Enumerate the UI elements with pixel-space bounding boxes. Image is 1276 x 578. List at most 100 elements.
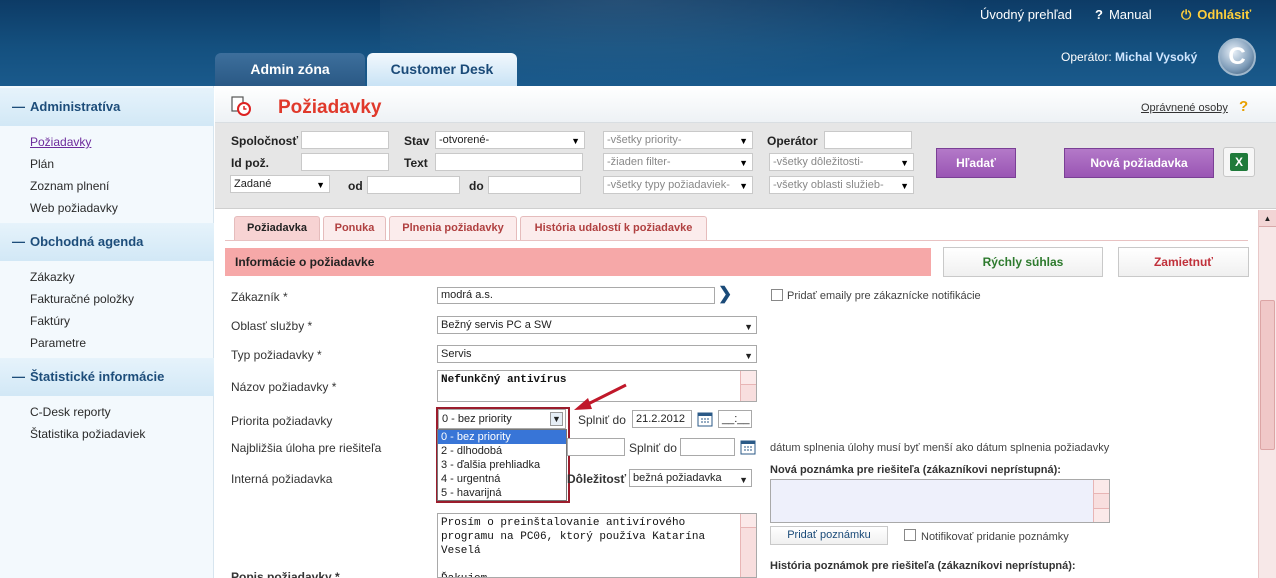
help-icon: ?	[1095, 7, 1103, 22]
scroll-up-icon	[1094, 480, 1109, 494]
textarea-scrollbar[interactable]	[740, 371, 756, 401]
date-type-select[interactable]: Zadané ▼	[230, 175, 330, 193]
service-area-value: Bežný servis PC a SW	[441, 319, 552, 331]
request-name-value: Nefunkčný antivírus	[441, 374, 567, 386]
dropdown-arrow-icon: ▼	[739, 158, 748, 168]
dropdown-arrow-icon: ▼	[739, 136, 748, 146]
requests-clock-icon	[231, 96, 251, 116]
calendar-icon[interactable]	[697, 411, 713, 427]
request-info-bar: Informácie o požiadavke	[225, 248, 931, 276]
logout-link[interactable]: ⏻ Odhlásiť	[1181, 7, 1251, 23]
state-select[interactable]: -otvorené- ▼	[435, 131, 585, 149]
priority-option[interactable]: 2 - dlhodobá	[438, 444, 566, 458]
importance-filter-select[interactable]: -všetky dôležitosti- ▼	[769, 153, 914, 171]
date-type-value: Zadané	[234, 178, 272, 190]
tab-poziadavka[interactable]: Požiadavka	[234, 216, 320, 240]
sidebar-item-cdesk-reporty[interactable]: C-Desk reporty	[30, 405, 111, 419]
sidebar-item-plan[interactable]: Plán	[30, 157, 54, 171]
add-note-button[interactable]: Pridať poznámku	[770, 526, 888, 545]
text-label: Text	[404, 156, 428, 170]
sidebar-item-faktury[interactable]: Faktúry	[30, 314, 70, 328]
fulfill-label: Splniť do	[578, 413, 626, 427]
scroll-up-icon	[741, 371, 756, 385]
service-area-select[interactable]: Bežný servis PC a SW ▼	[437, 316, 757, 334]
priority-filter-select[interactable]: -všetky priority- ▼	[603, 131, 753, 149]
id-input[interactable]	[301, 153, 389, 171]
tab-customer-desk[interactable]: Customer Desk	[367, 53, 517, 86]
help-icon[interactable]: ?	[1239, 98, 1248, 115]
sidebar-group-title: Administratíva	[30, 99, 121, 114]
tab-historia-udalosti[interactable]: História udalostí k požiadavke	[520, 216, 707, 240]
priority-option[interactable]: 4 - urgentná	[438, 472, 566, 486]
overview-link[interactable]: Úvodný prehľad	[980, 7, 1072, 22]
sidebar-item-statistika-poziadaviek[interactable]: Štatistika požiadaviek	[30, 427, 145, 441]
service-area-filter-select[interactable]: -všetky oblasti služieb- ▼	[769, 176, 914, 194]
scroll-up-icon[interactable]: ▲	[1259, 210, 1276, 227]
new-note-textarea[interactable]	[770, 479, 1110, 523]
sidebar-item-zoznam-plneni[interactable]: Zoznam plnení	[30, 179, 109, 193]
service-area-filter-value: -všetky oblasti služieb-	[773, 179, 884, 191]
scrollbar-thumb[interactable]	[1260, 300, 1275, 450]
next-task-fulfill-label: Splniť do	[629, 441, 677, 455]
request-type-value: -všetky typy požiadaviek-	[607, 179, 730, 191]
sidebar-item-zakazky[interactable]: Zákazky	[30, 270, 75, 284]
sidebar-item-parametre[interactable]: Parametre	[30, 336, 86, 350]
tab-ponuka[interactable]: Ponuka	[323, 216, 386, 240]
dropdown-arrow-icon: ▼	[900, 181, 909, 191]
service-area-label: Oblasť služby *	[231, 319, 313, 333]
description-textarea[interactable]: Prosím o preinštalovanie antivírového pr…	[437, 513, 757, 578]
page-scrollbar[interactable]: ▲	[1258, 210, 1276, 578]
priority-option[interactable]: 3 - ďalšia prehliadka	[438, 458, 566, 472]
priority-option[interactable]: 0 - bez priority	[438, 430, 566, 444]
manual-link[interactable]: ? Manual	[1095, 7, 1152, 22]
tab-admin-zone[interactable]: Admin zóna	[215, 53, 365, 86]
add-emails-checkbox[interactable]	[771, 289, 783, 301]
excel-export-button[interactable]: X	[1223, 147, 1255, 177]
customer-input[interactable]: modrá a.s.	[437, 287, 715, 304]
quick-approve-button[interactable]: Rýchly súhlas	[943, 247, 1103, 277]
reject-button[interactable]: Zamietnuť	[1118, 247, 1249, 277]
date-to-input[interactable]	[488, 176, 581, 194]
scroll-down-icon	[1094, 508, 1109, 522]
company-input[interactable]	[301, 131, 389, 149]
fulfill-date-input[interactable]: 21.2.2012	[632, 410, 692, 428]
dropdown-arrow-icon: ▼	[739, 475, 748, 485]
textarea-scrollbar[interactable]	[1093, 480, 1109, 522]
authorized-persons-link[interactable]: Oprávnené osoby	[1141, 102, 1228, 114]
priority-label: Priorita požiadavky	[231, 414, 333, 428]
operator-input[interactable]	[824, 131, 912, 149]
saved-filter-select[interactable]: -žiaden filter- ▼	[603, 153, 753, 171]
fulfill-time-input[interactable]: __:__	[718, 410, 752, 428]
sidebar-item-fakturacne-polozky[interactable]: Fakturačné položky	[30, 292, 134, 306]
internal-request-label: Interná požiadavka	[231, 472, 333, 486]
request-type-select[interactable]: -všetky typy požiadaviek- ▼	[603, 176, 753, 194]
sidebar-item-web-poziadavky[interactable]: Web požiadavky	[30, 201, 118, 215]
tab-plnenia[interactable]: Plnenia požiadavky	[389, 216, 517, 240]
search-button[interactable]: Hľadať	[936, 148, 1016, 178]
state-label: Stav	[404, 134, 430, 148]
sidebar-item-poziadavky[interactable]: Požiadavky	[30, 135, 91, 149]
sidebar-group-statisticke-informacie[interactable]: — Štatistické informácie	[0, 358, 214, 396]
sidebar-group-title: Štatistické informácie	[30, 369, 165, 384]
notify-checkbox[interactable]	[904, 529, 916, 541]
customer-detail-arrow-icon[interactable]: ❯	[718, 284, 732, 304]
importance-select[interactable]: bežná požiadavka ▼	[629, 469, 752, 487]
calendar-icon[interactable]	[740, 439, 756, 455]
dropdown-arrow-icon: ▼	[900, 158, 909, 168]
new-request-button[interactable]: Nová požiadavka	[1064, 148, 1214, 178]
date-from-input[interactable]	[367, 176, 460, 194]
next-task-input[interactable]	[567, 438, 625, 456]
from-label: od	[348, 179, 363, 193]
request-type-label: Typ požiadavky *	[231, 348, 322, 362]
sidebar-group-administrativa[interactable]: — Administratíva	[0, 88, 214, 126]
sidebar-group-obchodna-agenda[interactable]: — Obchodná agenda	[0, 223, 214, 261]
notify-label: Notifikovať pridanie poznámky	[921, 531, 1069, 543]
text-input[interactable]	[435, 153, 583, 171]
request-type-form-select[interactable]: Servis ▼	[437, 345, 757, 363]
next-task-date-input[interactable]	[680, 438, 735, 456]
textarea-scrollbar[interactable]	[740, 514, 756, 577]
customer-label: Zákazník *	[231, 290, 288, 304]
priority-option[interactable]: 5 - havarijná	[438, 486, 566, 500]
power-icon: ⏻	[1181, 7, 1192, 22]
app-header	[0, 0, 1276, 86]
